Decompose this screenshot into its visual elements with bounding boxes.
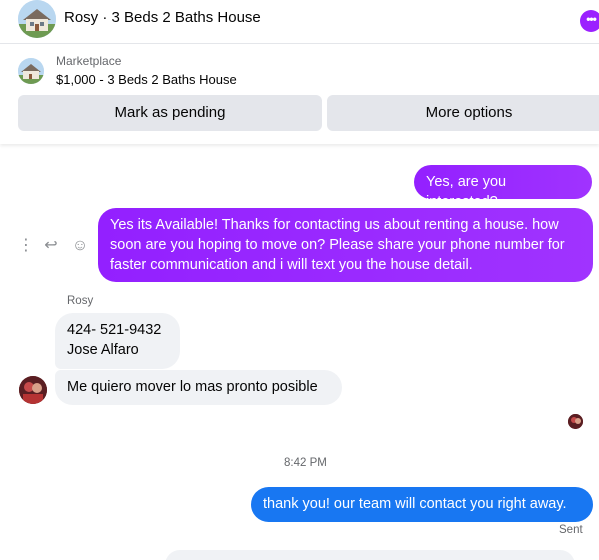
listing-title[interactable]: $1,000 - 3 Beds 2 Baths House xyxy=(56,72,237,87)
sender-name: Rosy xyxy=(67,295,94,307)
listing-source-label: Marketplace xyxy=(56,54,122,68)
message-line: 424- 521-9432 xyxy=(67,322,162,338)
outgoing-message[interactable]: Yes its Available! Thanks for contacting… xyxy=(98,208,593,282)
more-options-button[interactable]: More options xyxy=(327,95,599,131)
reply-icon[interactable]: ↩ xyxy=(40,236,62,256)
mark-as-pending-button[interactable]: Mark as pending xyxy=(18,95,322,131)
message-actions: ⋮ ↩ ☺ xyxy=(18,236,90,256)
read-receipt-avatar xyxy=(568,414,583,429)
listing-thumbnail-icon[interactable] xyxy=(18,58,44,84)
react-icon[interactable]: ☺ xyxy=(70,236,90,256)
message-line: Jose Alfaro xyxy=(67,342,139,358)
sender-avatar[interactable] xyxy=(19,376,47,404)
time-separator: 8:42 PM xyxy=(284,457,327,469)
conversation-title: Rosy · 3 Beds 2 Baths House xyxy=(64,9,261,26)
incoming-message[interactable]: 424- 521-9432 Jose Alfaro xyxy=(55,313,180,369)
more-options-icon[interactable]: ••• xyxy=(580,10,599,32)
outgoing-message[interactable]: thank you! our team will contact you rig… xyxy=(251,487,593,522)
house-photo-icon[interactable] xyxy=(18,0,56,38)
outgoing-message[interactable]: Yes, are you interested? xyxy=(414,165,592,210)
message-status: Sent xyxy=(559,524,583,536)
chat-header: Rosy · 3 Beds 2 Baths House ••• xyxy=(0,0,599,44)
incoming-message[interactable]: Me quiero mover lo mas pronto posible xyxy=(55,370,342,405)
more-icon[interactable]: ⋮ xyxy=(18,236,34,256)
incoming-message-partial[interactable] xyxy=(165,550,575,560)
marketplace-listing-card: Marketplace $1,000 - 3 Beds 2 Baths Hous… xyxy=(0,44,599,144)
